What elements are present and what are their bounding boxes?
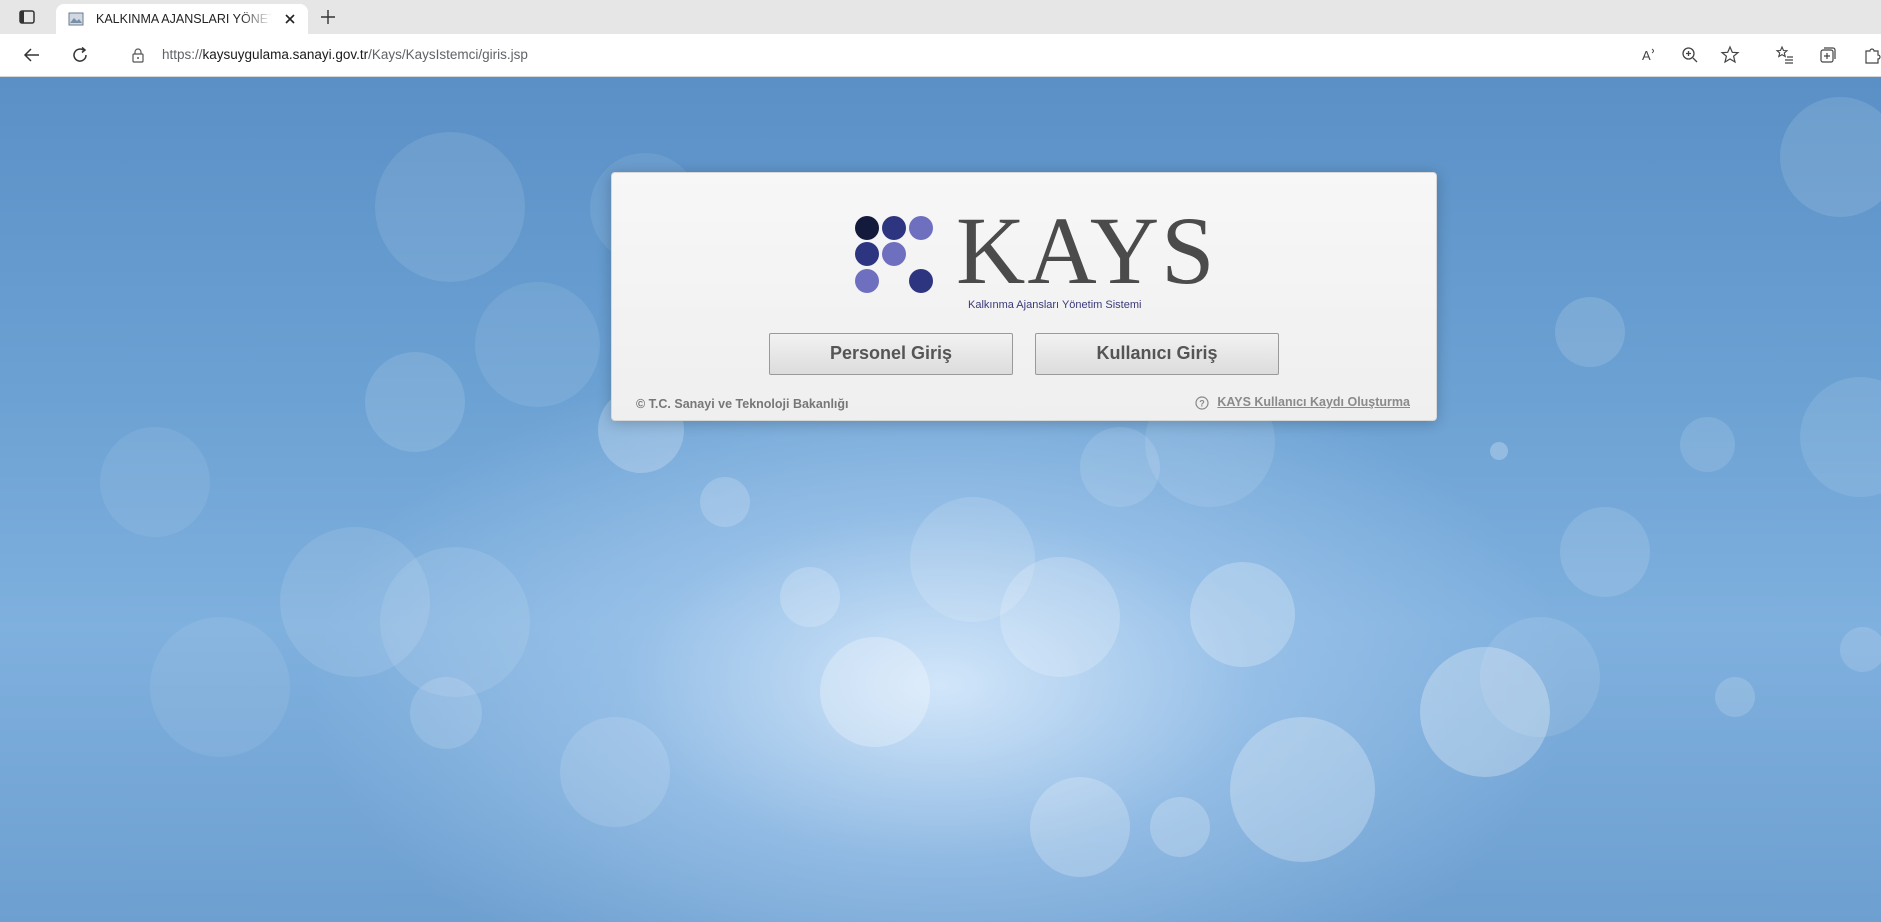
user-login-button[interactable]: Kullanıcı Giriş [1035,333,1279,375]
bokeh-circle [1800,377,1881,497]
help-icon: ? [1195,396,1209,410]
bokeh-circle [1190,562,1295,667]
url-path: /Kays/KaysIstemci/giris.jsp [368,47,528,62]
bokeh-circle [280,527,430,677]
bokeh-circle [375,132,525,282]
url-prefix: https:// [162,47,203,62]
bokeh-circle [1000,557,1120,677]
favicon-icon [68,12,84,26]
tab-actions-icon[interactable] [18,8,36,26]
bokeh-circle [560,717,670,827]
bokeh-circle [910,497,1035,622]
register-link[interactable]: KAYS Kullanıcı Kaydı Oluşturma [1217,395,1410,409]
close-icon[interactable] [282,11,298,27]
svg-text:?: ? [1200,399,1206,409]
bokeh-circle [150,617,290,757]
page-background: KAYS Kalkınma Ajansları Yönetim Sistemi … [0,77,1881,922]
bokeh-circle [365,352,465,452]
favorites-list-icon[interactable] [1775,45,1795,65]
browser-tab[interactable]: KALKINMA AJANSLARI YÖNETİM [56,4,308,34]
star-icon[interactable] [1720,45,1740,65]
personnel-login-button[interactable]: Personel Giriş [769,333,1013,375]
bokeh-circle [1030,777,1130,877]
back-arrow-icon[interactable] [22,45,42,65]
url-domain: kaysuygulama.sanayi.gov.tr [202,47,369,62]
collections-icon[interactable] [1818,45,1838,65]
logo-wordmark: KAYS [956,197,1217,304]
bokeh-circle [1490,442,1508,460]
read-aloud-icon[interactable]: A [1640,45,1660,65]
plus-icon[interactable] [318,7,338,27]
bokeh-circle [1680,417,1735,472]
bokeh-circle [820,637,930,747]
bokeh-circle [1715,677,1755,717]
bokeh-circle [475,282,600,407]
svg-text:A: A [1642,48,1651,63]
bokeh-circle [1560,507,1650,597]
browser-toolbar: https://kaysuygulama.sanayi.gov.tr/Kays/… [0,34,1881,77]
logo-dots-icon [855,216,933,293]
bokeh-circle [700,477,750,527]
tab-title: KALKINMA AJANSLARI YÖNETİM [96,12,272,26]
bokeh-circle [1420,647,1550,777]
bokeh-circle [780,567,840,627]
bokeh-circle [1780,97,1881,217]
browser-tab-bar: KALKINMA AJANSLARI YÖNETİM [0,0,1881,34]
url-text[interactable]: https://kaysuygulama.sanayi.gov.tr/Kays/… [162,47,528,62]
bokeh-circle [410,677,482,749]
bokeh-circle [1555,297,1625,367]
bokeh-circle [1840,627,1881,672]
bokeh-circle [1230,717,1375,862]
bokeh-circle [1480,617,1600,737]
extensions-icon[interactable] [1862,45,1881,65]
register-link-area: ? KAYS Kullanıcı Kaydı Oluşturma [1195,395,1410,413]
bokeh-circle [1080,427,1160,507]
kays-logo: KAYS Kalkınma Ajansları Yönetim Sistemi [854,203,1215,311]
copyright-text: © T.C. Sanayi ve Teknoloji Bakanlığı [636,397,849,411]
logo-subtitle: Kalkınma Ajansları Yönetim Sistemi [968,299,1142,311]
lock-icon[interactable] [130,47,146,63]
bokeh-circle [100,427,210,537]
login-card: KAYS Kalkınma Ajansları Yönetim Sistemi … [611,172,1437,421]
zoom-icon[interactable] [1680,45,1700,65]
refresh-icon[interactable] [70,45,90,65]
address-bar[interactable]: https://kaysuygulama.sanayi.gov.tr/Kays/… [112,39,1592,71]
bokeh-circle [1150,797,1210,857]
bokeh-circle [380,547,530,697]
